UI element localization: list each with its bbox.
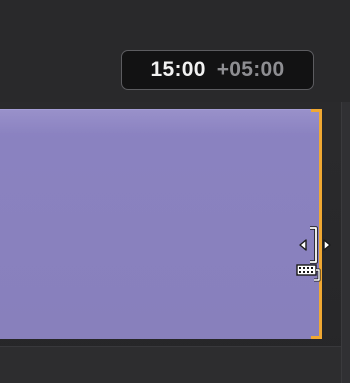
timecode-overlay: 15:00 +05:00: [121, 50, 314, 90]
timecode-current: 15:00: [150, 58, 206, 81]
clip-highlight: [0, 110, 322, 134]
trim-edge-cap-bottom: [311, 336, 322, 339]
lower-track-area: [0, 346, 341, 383]
timeline-viewport: 15:00 +05:00: [0, 0, 350, 383]
ripple-trim-icon: [296, 226, 331, 282]
timeline-clip[interactable]: [0, 109, 322, 339]
trim-edge-cap-top: [311, 109, 322, 112]
timeline-scroll-gutter[interactable]: [341, 102, 350, 383]
timecode-delta: +05:00: [216, 58, 285, 81]
